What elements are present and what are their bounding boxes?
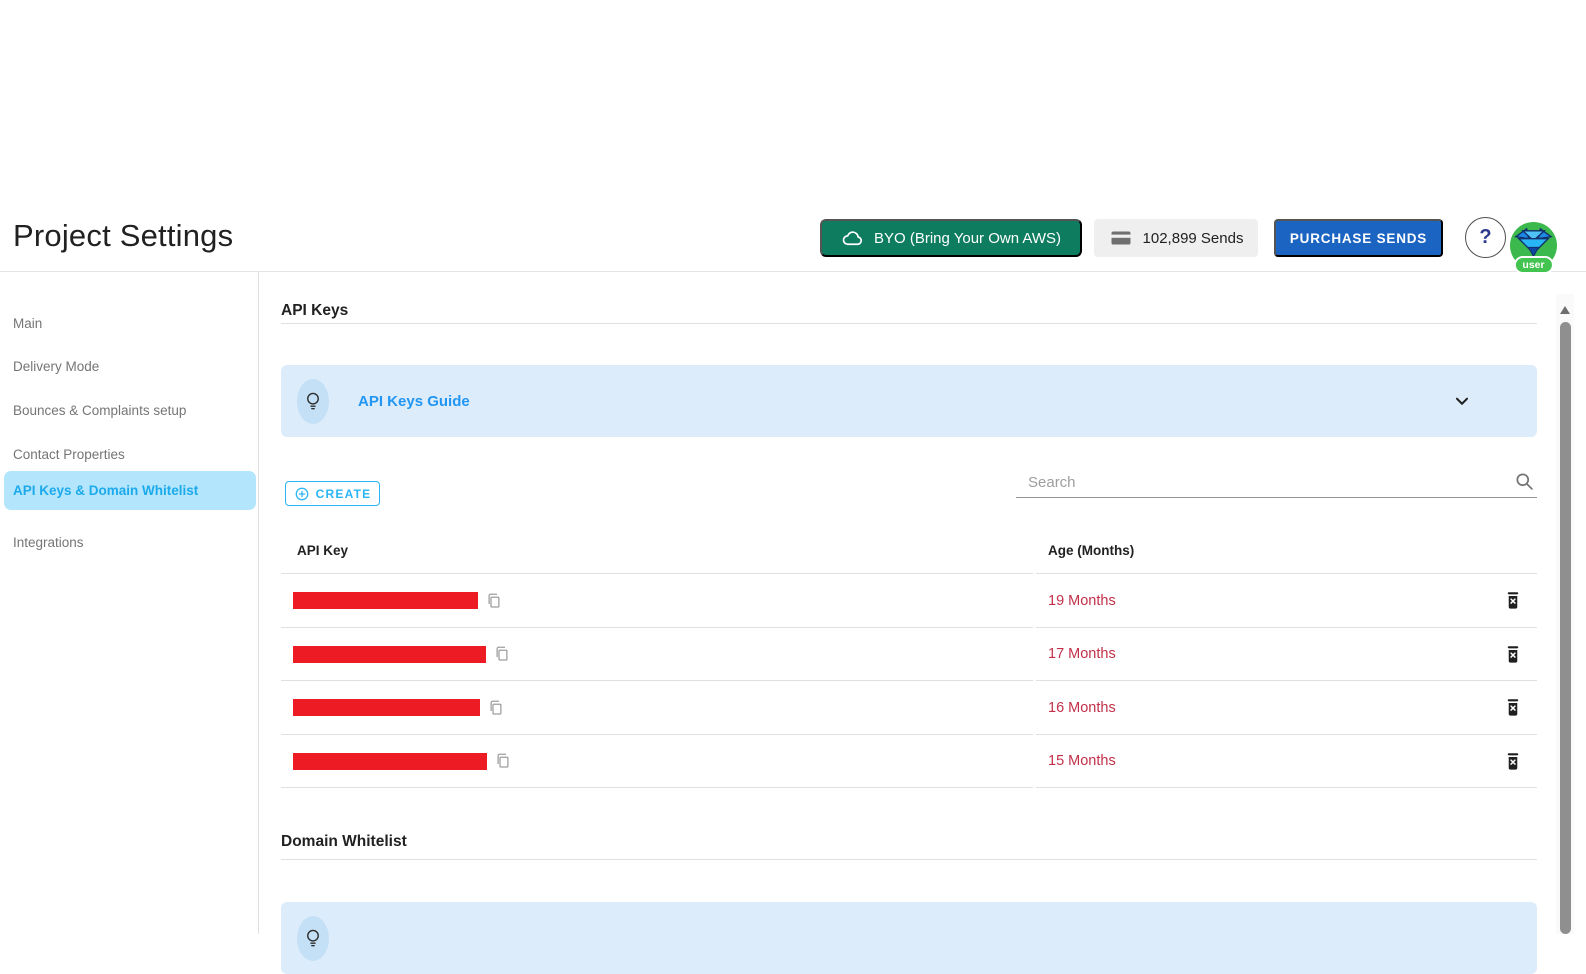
- byo-aws-button[interactable]: BYO (Bring Your Own AWS): [820, 219, 1082, 257]
- user-avatar[interactable]: user: [1510, 222, 1557, 274]
- api-keys-guide-panel[interactable]: API Keys Guide: [281, 365, 1537, 437]
- sidebar-item-label: API Keys & Domain Whitelist: [13, 483, 199, 498]
- age-value: 19 Months: [1048, 592, 1116, 609]
- delete-icon[interactable]: [1504, 750, 1524, 772]
- chevron-down-icon[interactable]: [1451, 390, 1473, 412]
- age-value: 15 Months: [1048, 753, 1116, 769]
- copy-icon[interactable]: [487, 698, 505, 718]
- sidebar-item-bounces-complaints[interactable]: Bounces & Complaints setup: [0, 390, 259, 430]
- copy-icon[interactable]: [493, 644, 511, 664]
- sends-counter-chip[interactable]: 102,899 Sends: [1094, 219, 1258, 257]
- api-key-row: [281, 628, 1033, 681]
- api-key-age-row: 17 Months: [1036, 628, 1537, 681]
- sidebar-item-label: Main: [13, 315, 43, 331]
- settings-content: API Keys API Keys Guide CREATE Search AP…: [281, 272, 1537, 974]
- scrollbar-thumb[interactable]: [1560, 322, 1571, 934]
- create-button-label: CREATE: [315, 486, 372, 501]
- sidebar-item-label: Integrations: [13, 534, 84, 550]
- purchase-sends-label: PURCHASE SENDS: [1289, 230, 1428, 246]
- search-icon[interactable]: [1514, 471, 1535, 492]
- column-header-age: Age (Months): [1036, 528, 1537, 574]
- scrollbar-up-arrow[interactable]: [1560, 306, 1570, 314]
- settings-sidebar: Main Delivery Mode Bounces & Complaints …: [0, 272, 259, 934]
- sidebar-item-delivery-mode[interactable]: Delivery Mode: [0, 346, 259, 386]
- question-mark-icon: ?: [1479, 226, 1492, 248]
- copy-icon[interactable]: [494, 751, 512, 771]
- lightbulb-icon: [297, 916, 329, 961]
- delete-icon[interactable]: [1504, 643, 1524, 665]
- copy-icon[interactable]: [485, 591, 503, 611]
- domain-whitelist-section-title: Domain Whitelist: [281, 833, 1537, 860]
- age-value: 17 Months: [1048, 646, 1116, 662]
- create-api-key-button[interactable]: CREATE: [285, 481, 380, 506]
- page-header: Project Settings BYO (Bring Your Own AWS…: [0, 0, 1586, 274]
- api-keys-guide-title: API Keys Guide: [358, 392, 470, 410]
- plus-circle-icon: [294, 486, 310, 502]
- lightbulb-icon: [297, 379, 329, 424]
- sidebar-item-integrations[interactable]: Integrations: [0, 522, 259, 562]
- page-title: Project Settings: [13, 218, 234, 253]
- redacted-api-key: [293, 699, 480, 716]
- delete-icon[interactable]: [1504, 697, 1524, 719]
- redacted-api-key: [293, 592, 478, 609]
- sidebar-item-label: Bounces & Complaints setup: [13, 402, 187, 418]
- redacted-api-key: [293, 752, 487, 770]
- sidebar-item-api-keys-domain-whitelist[interactable]: API Keys & Domain Whitelist: [4, 471, 256, 510]
- purchase-sends-button[interactable]: PURCHASE SENDS: [1274, 219, 1443, 257]
- age-value: 16 Months: [1048, 699, 1116, 716]
- sidebar-item-label: Delivery Mode: [13, 358, 100, 374]
- sidebar-item-contact-properties[interactable]: Contact Properties: [0, 434, 259, 474]
- api-keys-section-title: API Keys: [281, 302, 1537, 324]
- credit-card-icon: [1109, 226, 1133, 250]
- search-field: [1016, 468, 1537, 498]
- delete-icon[interactable]: [1504, 590, 1524, 612]
- api-key-age-row: 19 Months: [1036, 574, 1537, 628]
- column-header-api-key: API Key: [281, 528, 1033, 574]
- sends-counter-label: 102,899 Sends: [1142, 229, 1244, 247]
- help-button[interactable]: ?: [1465, 217, 1506, 258]
- search-input[interactable]: [1016, 468, 1496, 496]
- domain-whitelist-guide-panel[interactable]: [281, 902, 1537, 974]
- byo-aws-label: BYO (Bring Your Own AWS): [873, 229, 1062, 247]
- sidebar-item-main[interactable]: Main: [0, 303, 259, 343]
- api-key-age-row: 16 Months: [1036, 681, 1537, 735]
- api-key-row: [281, 735, 1033, 788]
- vertical-scrollbar: [1556, 294, 1574, 934]
- api-key-row: [281, 681, 1033, 735]
- api-key-row: [281, 574, 1033, 628]
- cloud-icon: [841, 227, 864, 250]
- sidebar-item-label: Contact Properties: [13, 446, 125, 462]
- api-key-age-row: 15 Months: [1036, 735, 1537, 788]
- redacted-api-key: [293, 645, 486, 663]
